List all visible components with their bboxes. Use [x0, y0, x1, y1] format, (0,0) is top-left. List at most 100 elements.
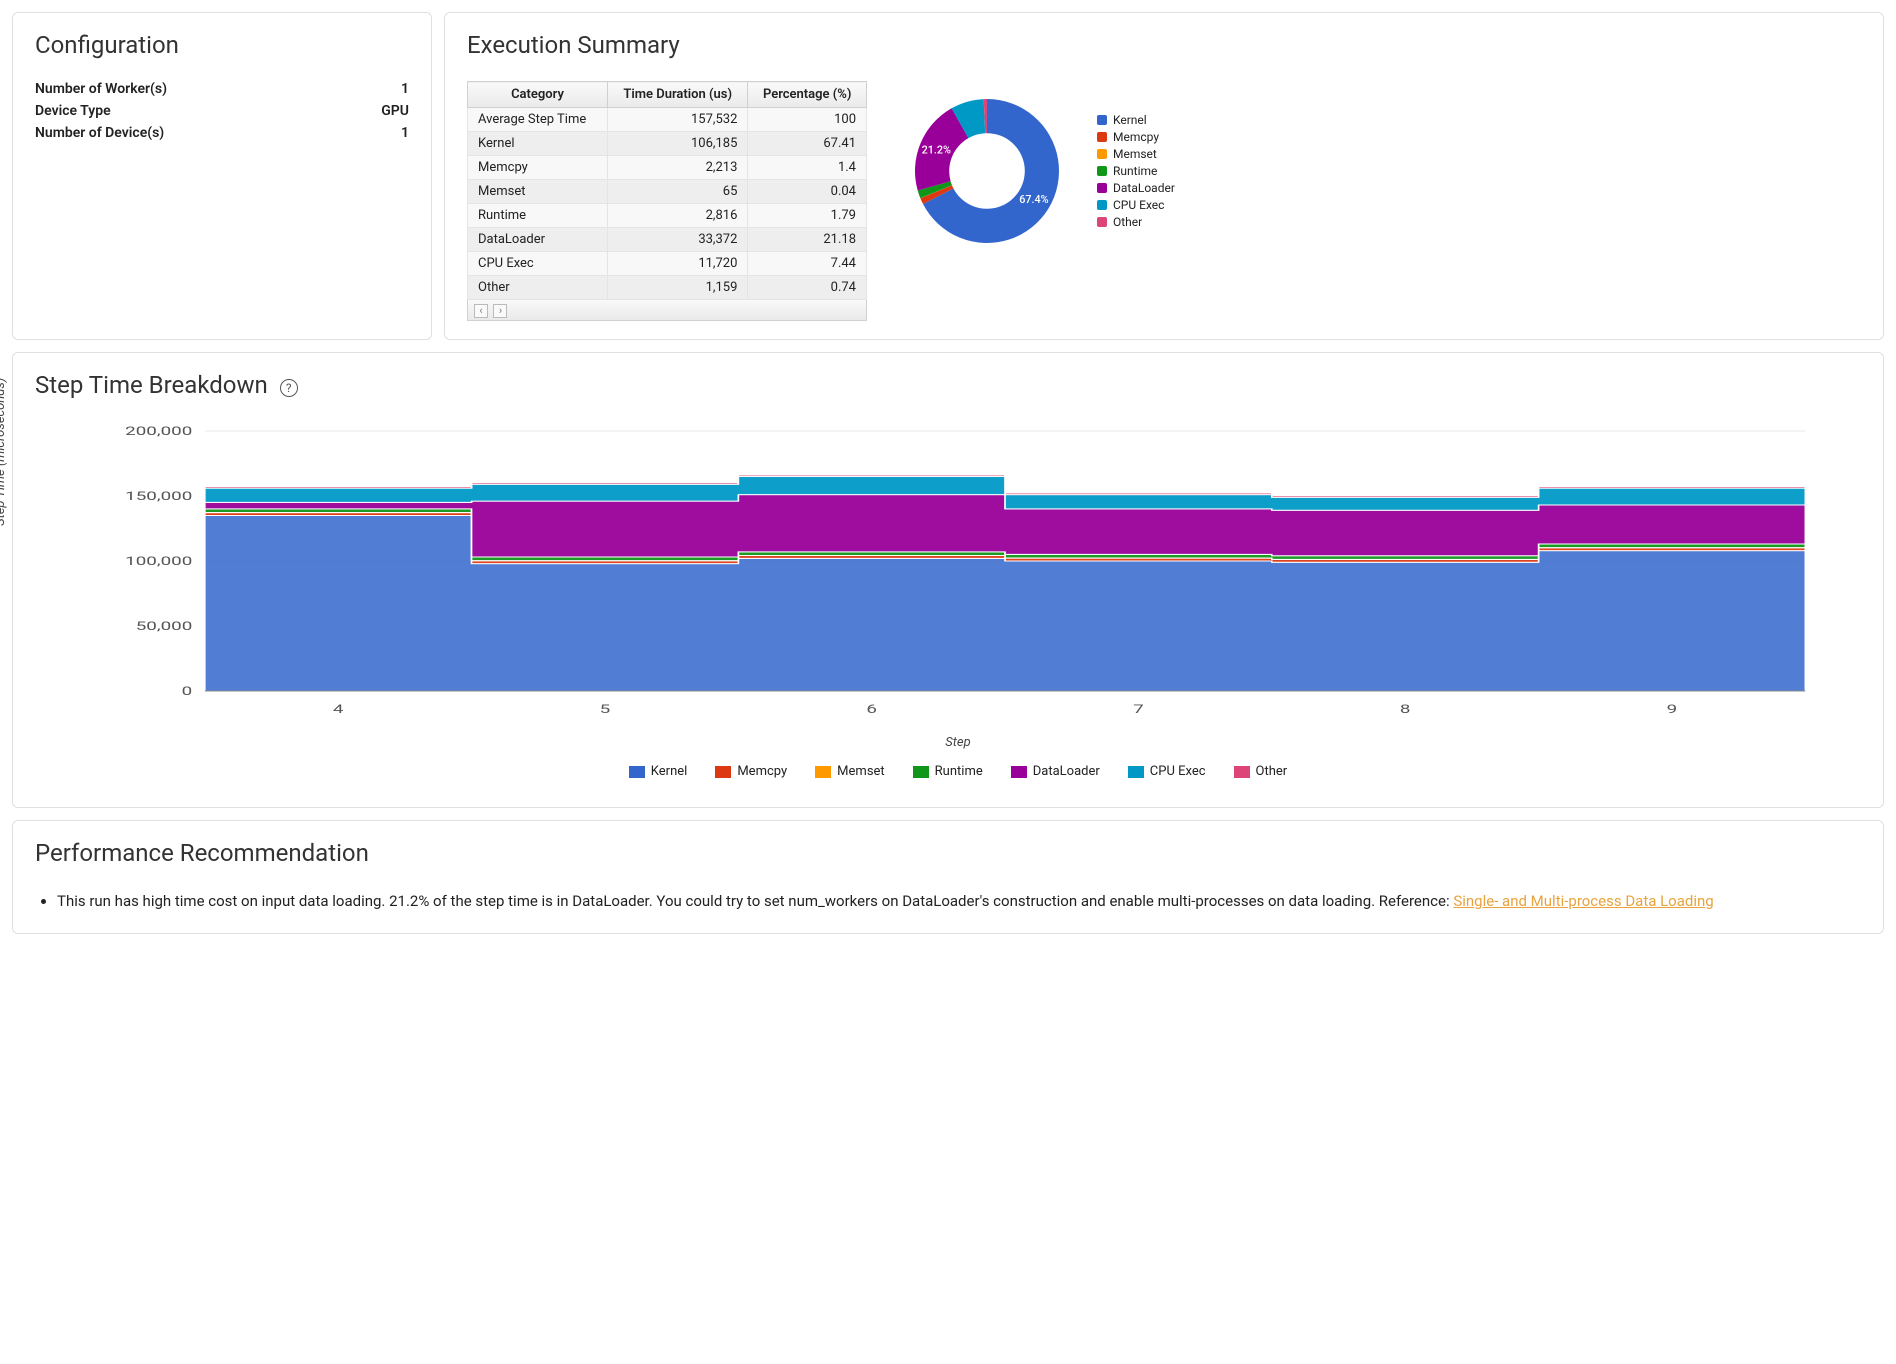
- legend-item: CPU Exec: [1097, 198, 1175, 212]
- donut-label: 21.2%: [922, 144, 951, 157]
- table-row: Average Step Time157,532100: [468, 108, 867, 132]
- legend-label: Runtime: [935, 764, 983, 779]
- table-prev-button[interactable]: ‹: [474, 304, 488, 318]
- configuration-card: Configuration Number of Worker(s)1 Device…: [12, 12, 432, 340]
- legend-item: DataLoader: [1097, 181, 1175, 195]
- step-time-stacked-chart: 050,000100,000150,000200,000456789: [95, 421, 1821, 721]
- cell-duration: 11,720: [607, 252, 747, 276]
- cell-category: DataLoader: [468, 228, 608, 252]
- cell-percentage: 1.4: [748, 156, 867, 180]
- legend-item: Kernel: [629, 764, 688, 779]
- table-row: Memset650.04: [468, 180, 867, 204]
- legend-label: Memset: [1113, 147, 1157, 161]
- cell-duration: 106,185: [607, 132, 747, 156]
- legend-label: Memcpy: [737, 764, 787, 779]
- help-icon[interactable]: ?: [280, 379, 298, 397]
- legend-swatch: [1097, 132, 1107, 142]
- legend-item: Memset: [815, 764, 885, 779]
- legend-label: Kernel: [1113, 113, 1147, 127]
- table-row: DataLoader33,37221.18: [468, 228, 867, 252]
- table-row: Runtime2,8161.79: [468, 204, 867, 228]
- exec-col-category: Category: [468, 82, 608, 108]
- svg-text:9: 9: [1667, 702, 1678, 716]
- config-row: Number of Device(s)1: [35, 125, 409, 141]
- cell-percentage: 100: [748, 108, 867, 132]
- config-value: 1: [401, 125, 409, 141]
- legend-label: Other: [1113, 215, 1142, 229]
- execution-summary-card: Execution Summary Category Time Duration…: [444, 12, 1884, 340]
- donut-legend: Kernel Memcpy Memset Runtime DataLoader CPU E…: [1097, 113, 1175, 229]
- exec-col-duration: Time Duration (us): [607, 82, 747, 108]
- svg-text:4: 4: [333, 702, 344, 716]
- legend-swatch: [1234, 766, 1250, 778]
- svg-text:0: 0: [182, 684, 193, 698]
- legend-swatch: [629, 766, 645, 778]
- legend-swatch: [1097, 149, 1107, 159]
- legend-item: Memset: [1097, 147, 1175, 161]
- configuration-list: Number of Worker(s)1 Device TypeGPU Number…: [35, 81, 409, 141]
- table-row: Memcpy2,2131.4: [468, 156, 867, 180]
- cell-category: Memset: [468, 180, 608, 204]
- cell-duration: 33,372: [607, 228, 747, 252]
- legend-label: Other: [1256, 764, 1288, 779]
- table-footer: ‹ ›: [467, 300, 867, 321]
- legend-item: Kernel: [1097, 113, 1175, 127]
- legend-item: Runtime: [1097, 164, 1175, 178]
- chart-xlabel: Step: [95, 735, 1821, 750]
- performance-title: Performance Recommendation: [35, 839, 1861, 867]
- performance-item: This run has high time cost on input dat…: [57, 889, 1861, 915]
- configuration-title: Configuration: [35, 31, 409, 59]
- legend-label: CPU Exec: [1113, 198, 1164, 212]
- config-row: Device TypeGPU: [35, 103, 409, 119]
- config-value: 1: [401, 81, 409, 97]
- cell-category: Runtime: [468, 204, 608, 228]
- table-row: Other1,1590.74: [468, 276, 867, 300]
- chart-ylabel: Step Time (microseconds): [0, 378, 8, 526]
- svg-text:200,000: 200,000: [125, 424, 192, 438]
- cell-category: Memcpy: [468, 156, 608, 180]
- legend-item: DataLoader: [1011, 764, 1100, 779]
- performance-link[interactable]: Single- and Multi-process Data Loading: [1453, 892, 1713, 910]
- cell-category: Kernel: [468, 132, 608, 156]
- cell-percentage: 0.04: [748, 180, 867, 204]
- legend-swatch: [1011, 766, 1027, 778]
- legend-swatch: [1128, 766, 1144, 778]
- step-breakdown-title-text: Step Time Breakdown: [35, 371, 268, 399]
- legend-swatch: [715, 766, 731, 778]
- exec-col-percentage: Percentage (%): [748, 82, 867, 108]
- svg-text:6: 6: [866, 702, 877, 716]
- cell-percentage: 7.44: [748, 252, 867, 276]
- legend-label: Runtime: [1113, 164, 1157, 178]
- svg-text:100,000: 100,000: [125, 554, 192, 568]
- execution-summary-table-wrap: Category Time Duration (us) Percentage (…: [467, 81, 867, 321]
- table-next-button[interactable]: ›: [493, 304, 507, 318]
- legend-item: Other: [1234, 764, 1288, 779]
- performance-recommendation-card: Performance Recommendation This run has …: [12, 820, 1884, 934]
- cell-duration: 2,213: [607, 156, 747, 180]
- config-value: GPU: [381, 103, 409, 119]
- legend-label: DataLoader: [1033, 764, 1100, 779]
- legend-swatch: [913, 766, 929, 778]
- svg-text:50,000: 50,000: [136, 619, 193, 633]
- cell-percentage: 21.18: [748, 228, 867, 252]
- execution-summary-donut-chart: 67.4% 21.2%: [897, 81, 1077, 261]
- svg-text:7: 7: [1133, 702, 1144, 716]
- cell-category: Other: [468, 276, 608, 300]
- cell-percentage: 0.74: [748, 276, 867, 300]
- performance-text: This run has high time cost on input dat…: [57, 892, 1453, 910]
- legend-item: Memcpy: [1097, 130, 1175, 144]
- legend-swatch: [1097, 166, 1107, 176]
- legend-label: Memset: [837, 764, 885, 779]
- config-row: Number of Worker(s)1: [35, 81, 409, 97]
- cell-category: CPU Exec: [468, 252, 608, 276]
- cell-duration: 157,532: [607, 108, 747, 132]
- cell-duration: 65: [607, 180, 747, 204]
- legend-swatch: [1097, 217, 1107, 227]
- legend-label: Memcpy: [1113, 130, 1159, 144]
- donut-label: 67.4%: [1019, 193, 1048, 206]
- step-time-breakdown-card: Step Time Breakdown ? Step Time (microse…: [12, 352, 1884, 808]
- table-row: CPU Exec11,7207.44: [468, 252, 867, 276]
- legend-label: CPU Exec: [1150, 764, 1206, 779]
- legend-swatch: [1097, 183, 1107, 193]
- legend-label: Kernel: [651, 764, 688, 779]
